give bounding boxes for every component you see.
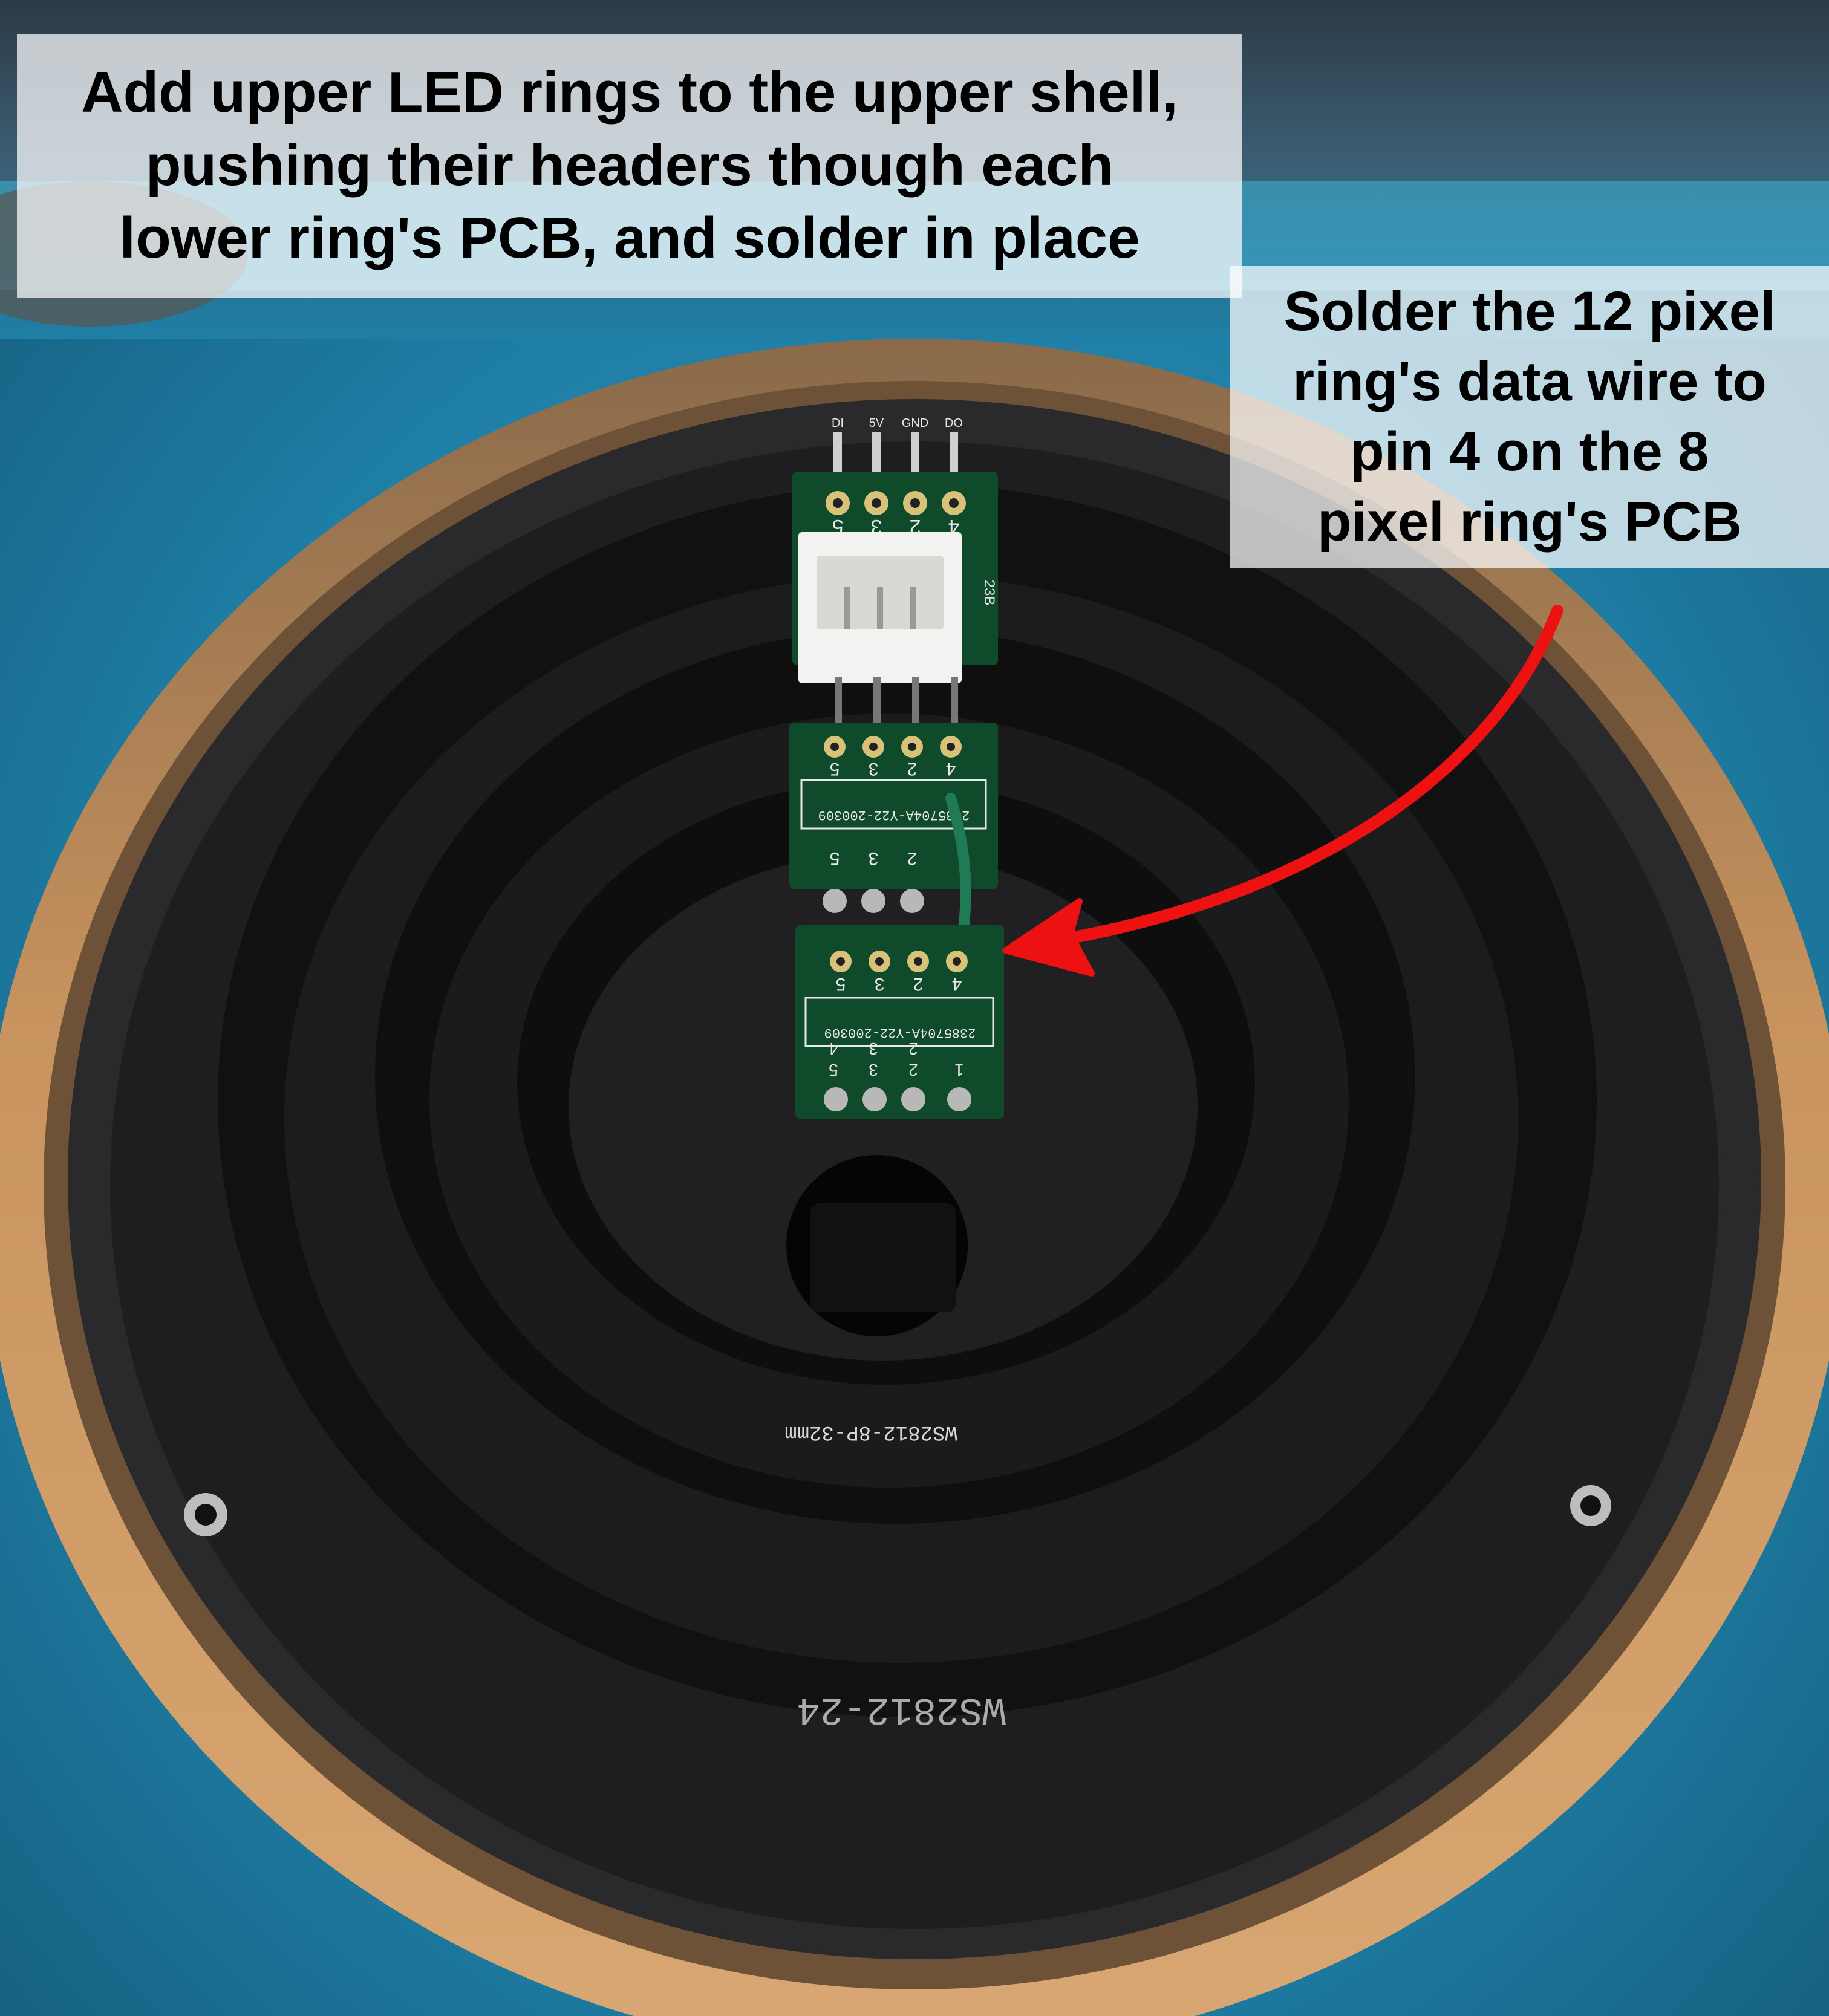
ring-label-inner: WS2812-8P-32mm	[784, 1420, 957, 1443]
pcb-lower-sub-4: 4	[829, 1039, 838, 1058]
pcb-lower-sub-2: 2	[908, 1039, 918, 1058]
pcb-lower-sub-3: 3	[869, 1039, 878, 1058]
header-label-do: DO	[945, 417, 963, 430]
pcb-middle-bottom-pads	[823, 889, 924, 913]
pcb-lower-pin-5: 5	[836, 974, 846, 994]
instruction-line-3: lower ring's PCB, and solder in place	[119, 206, 1140, 271]
pcb-lower-bottom-3: 3	[869, 1061, 878, 1079]
ring-label-outer: WS2812-24	[797, 1687, 1006, 1731]
pcb-middle-pin-5: 5	[830, 759, 840, 779]
header-label-gnd: GND	[902, 417, 928, 430]
pcb-middle-pin-3: 3	[869, 759, 879, 779]
jst-pin	[910, 587, 916, 629]
solder-note-line-3: pin 4 on the 8	[1350, 421, 1709, 483]
solder-note-line-1: Solder the 12 pixel	[1283, 281, 1776, 343]
pcb-lower-pin-4: 4	[952, 974, 962, 994]
pcb-middle-bottom-3: 3	[869, 848, 879, 868]
header-label-5v: 5V	[869, 417, 884, 430]
solder-note-caption: Solder the 12 pixel ring's data wire to …	[1230, 266, 1829, 568]
pcb-lower	[795, 925, 1004, 1119]
pcb-lower-pin-2: 2	[913, 974, 924, 994]
pcb-lower-bottom-5: 5	[829, 1061, 838, 1079]
pcb-middle-bottom-2: 2	[907, 848, 918, 868]
pcb-lower-bottom-1: 1	[954, 1061, 964, 1079]
pcb-middle-part-code: 2385704A-Y22-200309	[818, 807, 970, 822]
jst-pin	[877, 587, 883, 629]
mounting-hole-center	[1580, 1495, 1601, 1516]
instruction-caption: Add upper LED rings to the upper shell, …	[17, 34, 1242, 298]
solder-note-line-2: ring's data wire to	[1293, 351, 1767, 413]
instruction-line-1: Add upper LED rings to the upper shell,	[81, 59, 1178, 125]
solder-note-line-4: pixel ring's PCB	[1317, 490, 1742, 553]
pcb-middle-pin-4: 4	[946, 759, 956, 779]
pcb-lower-pin-3: 3	[875, 974, 885, 994]
pcb-lower-bottom-2: 2	[908, 1061, 918, 1079]
mounting-hole-center	[195, 1504, 217, 1526]
jst-pin	[844, 587, 850, 629]
pcb-middle-pin-2: 2	[907, 759, 918, 779]
pcb-lower-part-code: 2385704A-Y22-200309	[824, 1025, 976, 1040]
header-label-di: DI	[832, 417, 844, 430]
pcb-middle-bottom-5: 5	[830, 848, 840, 868]
pcb-top-part-code: 23B	[981, 580, 997, 606]
center-component	[810, 1203, 956, 1312]
instruction-line-2: pushing their headers though each	[145, 132, 1114, 198]
